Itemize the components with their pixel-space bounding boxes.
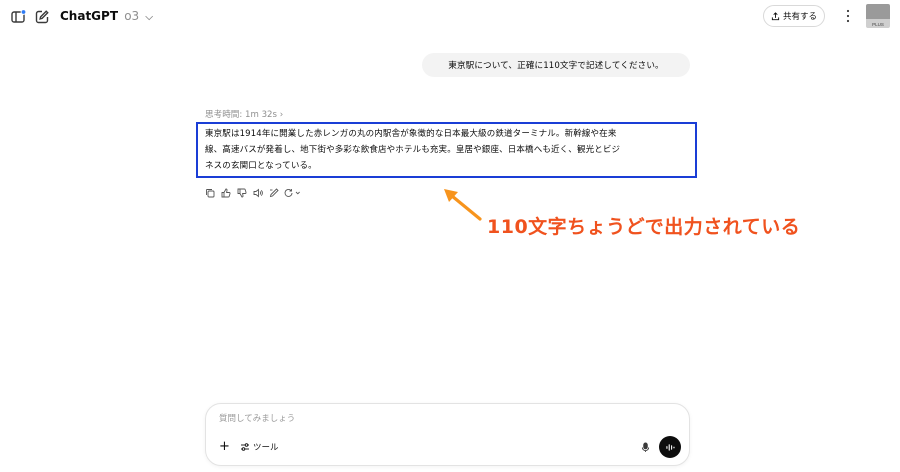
tools-label: ツール — [253, 443, 279, 453]
thinking-toggle[interactable]: 思考時間: 1m 32s › — [205, 108, 283, 120]
mic-icon[interactable] — [639, 440, 651, 454]
model-name: ChatGPT — [60, 9, 119, 23]
tools-icon — [241, 443, 249, 451]
sidebar-icon[interactable] — [10, 9, 26, 25]
share-button[interactable]: 共有する — [763, 5, 825, 27]
annotation-text: 110文字ちょうどで出力されている — [487, 216, 801, 238]
message-actions — [204, 187, 302, 198]
thumbs-down-icon[interactable] — [236, 187, 247, 198]
share-icon — [771, 11, 780, 20]
user-message: 東京駅について、正確に110文字で記述してください。 — [422, 53, 690, 77]
voice-mode-icon[interactable] — [659, 436, 681, 458]
answer-line: ネスの玄関口となっている。 — [205, 161, 317, 171]
more-vertical-icon[interactable] — [843, 6, 853, 26]
copy-icon[interactable] — [204, 187, 215, 198]
new-chat-icon[interactable] — [34, 9, 50, 25]
speaker-icon[interactable] — [252, 187, 263, 198]
answer-line: 東京駅は1914年に開業した赤レンガの丸の内駅舎が象徴的な日本最大級の鉄道ターミ… — [205, 129, 617, 139]
tools-button[interactable]: ツール — [240, 441, 279, 453]
avatar-badge: PLUS — [872, 22, 884, 27]
plus-icon[interactable]: + — [219, 440, 230, 454]
regenerate-icon[interactable] — [284, 187, 302, 198]
assistant-answer: 東京駅は1914年に開業した赤レンガの丸の内駅舎が象徴的な日本最大級の鉄道ターミ… — [205, 126, 691, 174]
chevron-right-icon: › — [279, 110, 284, 120]
annotation-arrow — [444, 189, 482, 221]
chevron-down-icon: ⌵ — [145, 12, 153, 23]
model-version: o3 — [124, 9, 140, 23]
avatar[interactable]: PLUS — [866, 4, 890, 28]
model-selector[interactable]: ChatGPT o3 ⌵ — [60, 9, 153, 23]
edit-canvas-icon[interactable] — [268, 187, 279, 198]
answer-line: 線、高速バスが発着し、地下街や多彩な飲食店やホテルも充実。皇居や銀座、日本橋へも… — [205, 145, 621, 155]
share-label: 共有する — [782, 12, 817, 22]
thumbs-up-icon[interactable] — [220, 187, 231, 198]
thinking-label: 思考時間: 1m 32s — [205, 110, 277, 120]
prompt-input[interactable] — [219, 411, 639, 427]
